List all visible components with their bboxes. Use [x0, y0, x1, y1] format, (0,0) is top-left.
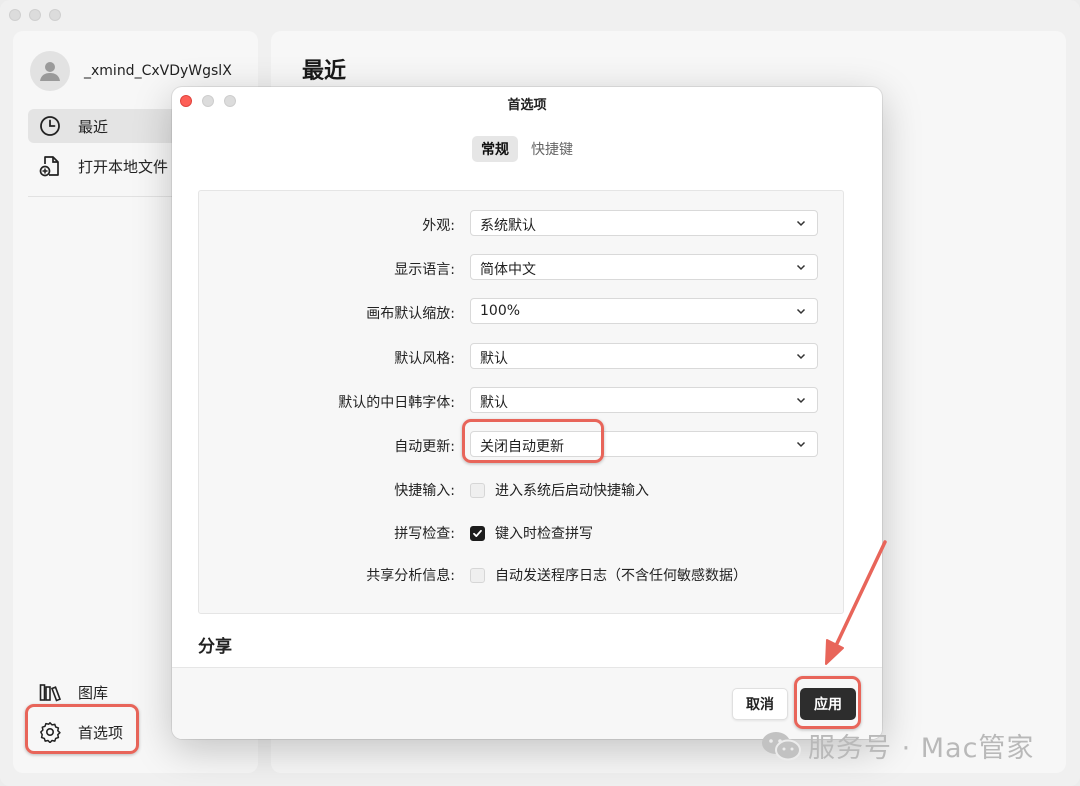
avatar	[30, 51, 70, 91]
setting-label: 共享分析信息:	[366, 568, 455, 584]
preferences-dialog: 首选项 常规 快捷键 外观: 系统默认 显示语言: 简体中文 画布默认缩放: 1…	[172, 87, 882, 739]
quick-input-checkbox[interactable]	[470, 482, 485, 498]
dialog-title: 首选项	[507, 98, 547, 113]
appearance-select[interactable]: 系统默认	[470, 210, 818, 236]
close-window-button[interactable]	[9, 9, 21, 21]
setting-row-cjk-font: 默认的中日韩字体: 默认	[199, 387, 843, 415]
style-select[interactable]: 默认	[470, 343, 818, 369]
tab-shortcuts[interactable]: 快捷键	[522, 136, 582, 162]
spellcheck-checkbox[interactable]	[470, 525, 485, 541]
cjk-font-select[interactable]: 默认	[470, 387, 818, 413]
page-title: 最近	[302, 59, 347, 84]
setting-label: 显示语言:	[394, 262, 455, 278]
select-value: 简体中文	[480, 262, 536, 278]
minimize-window-button[interactable]	[29, 9, 41, 21]
setting-label: 自动更新:	[394, 439, 455, 455]
dialog-titlebar: 首选项	[172, 87, 882, 115]
highlight-preferences	[25, 704, 139, 754]
general-settings-panel: 外观: 系统默认 显示语言: 简体中文 画布默认缩放: 100% 默认风格: 默…	[198, 190, 844, 614]
quick-input-option[interactable]: 进入系统后启动快捷输入	[470, 480, 649, 500]
setting-label: 拼写检查:	[394, 526, 455, 542]
setting-row-zoom: 画布默认缩放: 100%	[199, 298, 843, 326]
setting-row-spellcheck: 拼写检查: 键入时检查拼写	[199, 518, 843, 546]
setting-label: 默认的中日韩字体:	[338, 395, 455, 411]
highlight-apply	[794, 676, 861, 729]
checkmark-icon	[473, 529, 482, 537]
setting-row-analytics: 共享分析信息: 自动发送程序日志（不含任何敏感数据）	[199, 560, 843, 588]
checkbox-text: 进入系统后启动快捷输入	[495, 483, 649, 499]
sidebar-item-label: 打开本地文件	[78, 157, 169, 176]
username: _xmind_CxVDyWgslX	[84, 63, 232, 79]
setting-row-appearance: 外观: 系统默认	[199, 210, 843, 238]
setting-label: 画布默认缩放:	[366, 306, 455, 322]
chevron-down-icon	[796, 397, 806, 404]
language-select[interactable]: 简体中文	[470, 254, 818, 280]
chevron-down-icon	[796, 264, 806, 271]
chevron-down-icon	[796, 308, 806, 315]
open-file-icon	[38, 154, 62, 178]
analytics-checkbox[interactable]	[470, 567, 485, 583]
user-icon	[40, 62, 60, 81]
chevron-down-icon	[796, 353, 806, 360]
clock-icon	[38, 114, 62, 138]
highlight-auto-update	[462, 419, 604, 463]
select-value: 默认	[480, 351, 508, 367]
select-value: 系统默认	[480, 218, 536, 234]
watermark: 服务号 · Mac管家	[760, 726, 1034, 765]
checkbox-text: 键入时检查拼写	[495, 526, 593, 542]
watermark-text: 服务号 · Mac管家	[808, 733, 1035, 764]
chevron-down-icon	[796, 441, 806, 448]
sidebar-item-label: 最近	[78, 117, 109, 136]
library-icon	[38, 680, 62, 704]
setting-label: 默认风格:	[394, 351, 455, 367]
setting-row-quick-input: 快捷输入: 进入系统后启动快捷输入	[199, 475, 843, 503]
select-value: 100%	[480, 303, 521, 319]
wechat-icon	[762, 731, 801, 760]
cancel-button[interactable]: 取消	[732, 688, 788, 720]
setting-row-language: 显示语言: 简体中文	[199, 254, 843, 282]
zoom-window-button[interactable]	[49, 9, 61, 21]
app-window: _xmind_CxVDyWgslX 最近 打开本地文件 图库 首选项 最近 首选…	[0, 0, 1080, 786]
tab-general[interactable]: 常规	[472, 136, 518, 162]
setting-label: 外观:	[422, 218, 455, 234]
zoom-select[interactable]: 100%	[470, 298, 818, 324]
user-profile[interactable]: _xmind_CxVDyWgslX	[30, 51, 232, 91]
setting-row-style: 默认风格: 默认	[199, 343, 843, 371]
preferences-tabs: 常规 快捷键	[172, 136, 882, 162]
select-value: 默认	[480, 395, 508, 411]
checkbox-text: 自动发送程序日志（不含任何敏感数据）	[495, 568, 747, 584]
spellcheck-option[interactable]: 键入时检查拼写	[470, 523, 593, 543]
section-heading-share: 分享	[198, 637, 232, 657]
setting-label: 快捷输入:	[394, 483, 455, 499]
analytics-option[interactable]: 自动发送程序日志（不含任何敏感数据）	[470, 565, 747, 585]
sidebar-item-label: 图库	[78, 683, 109, 702]
chevron-down-icon	[796, 220, 806, 227]
